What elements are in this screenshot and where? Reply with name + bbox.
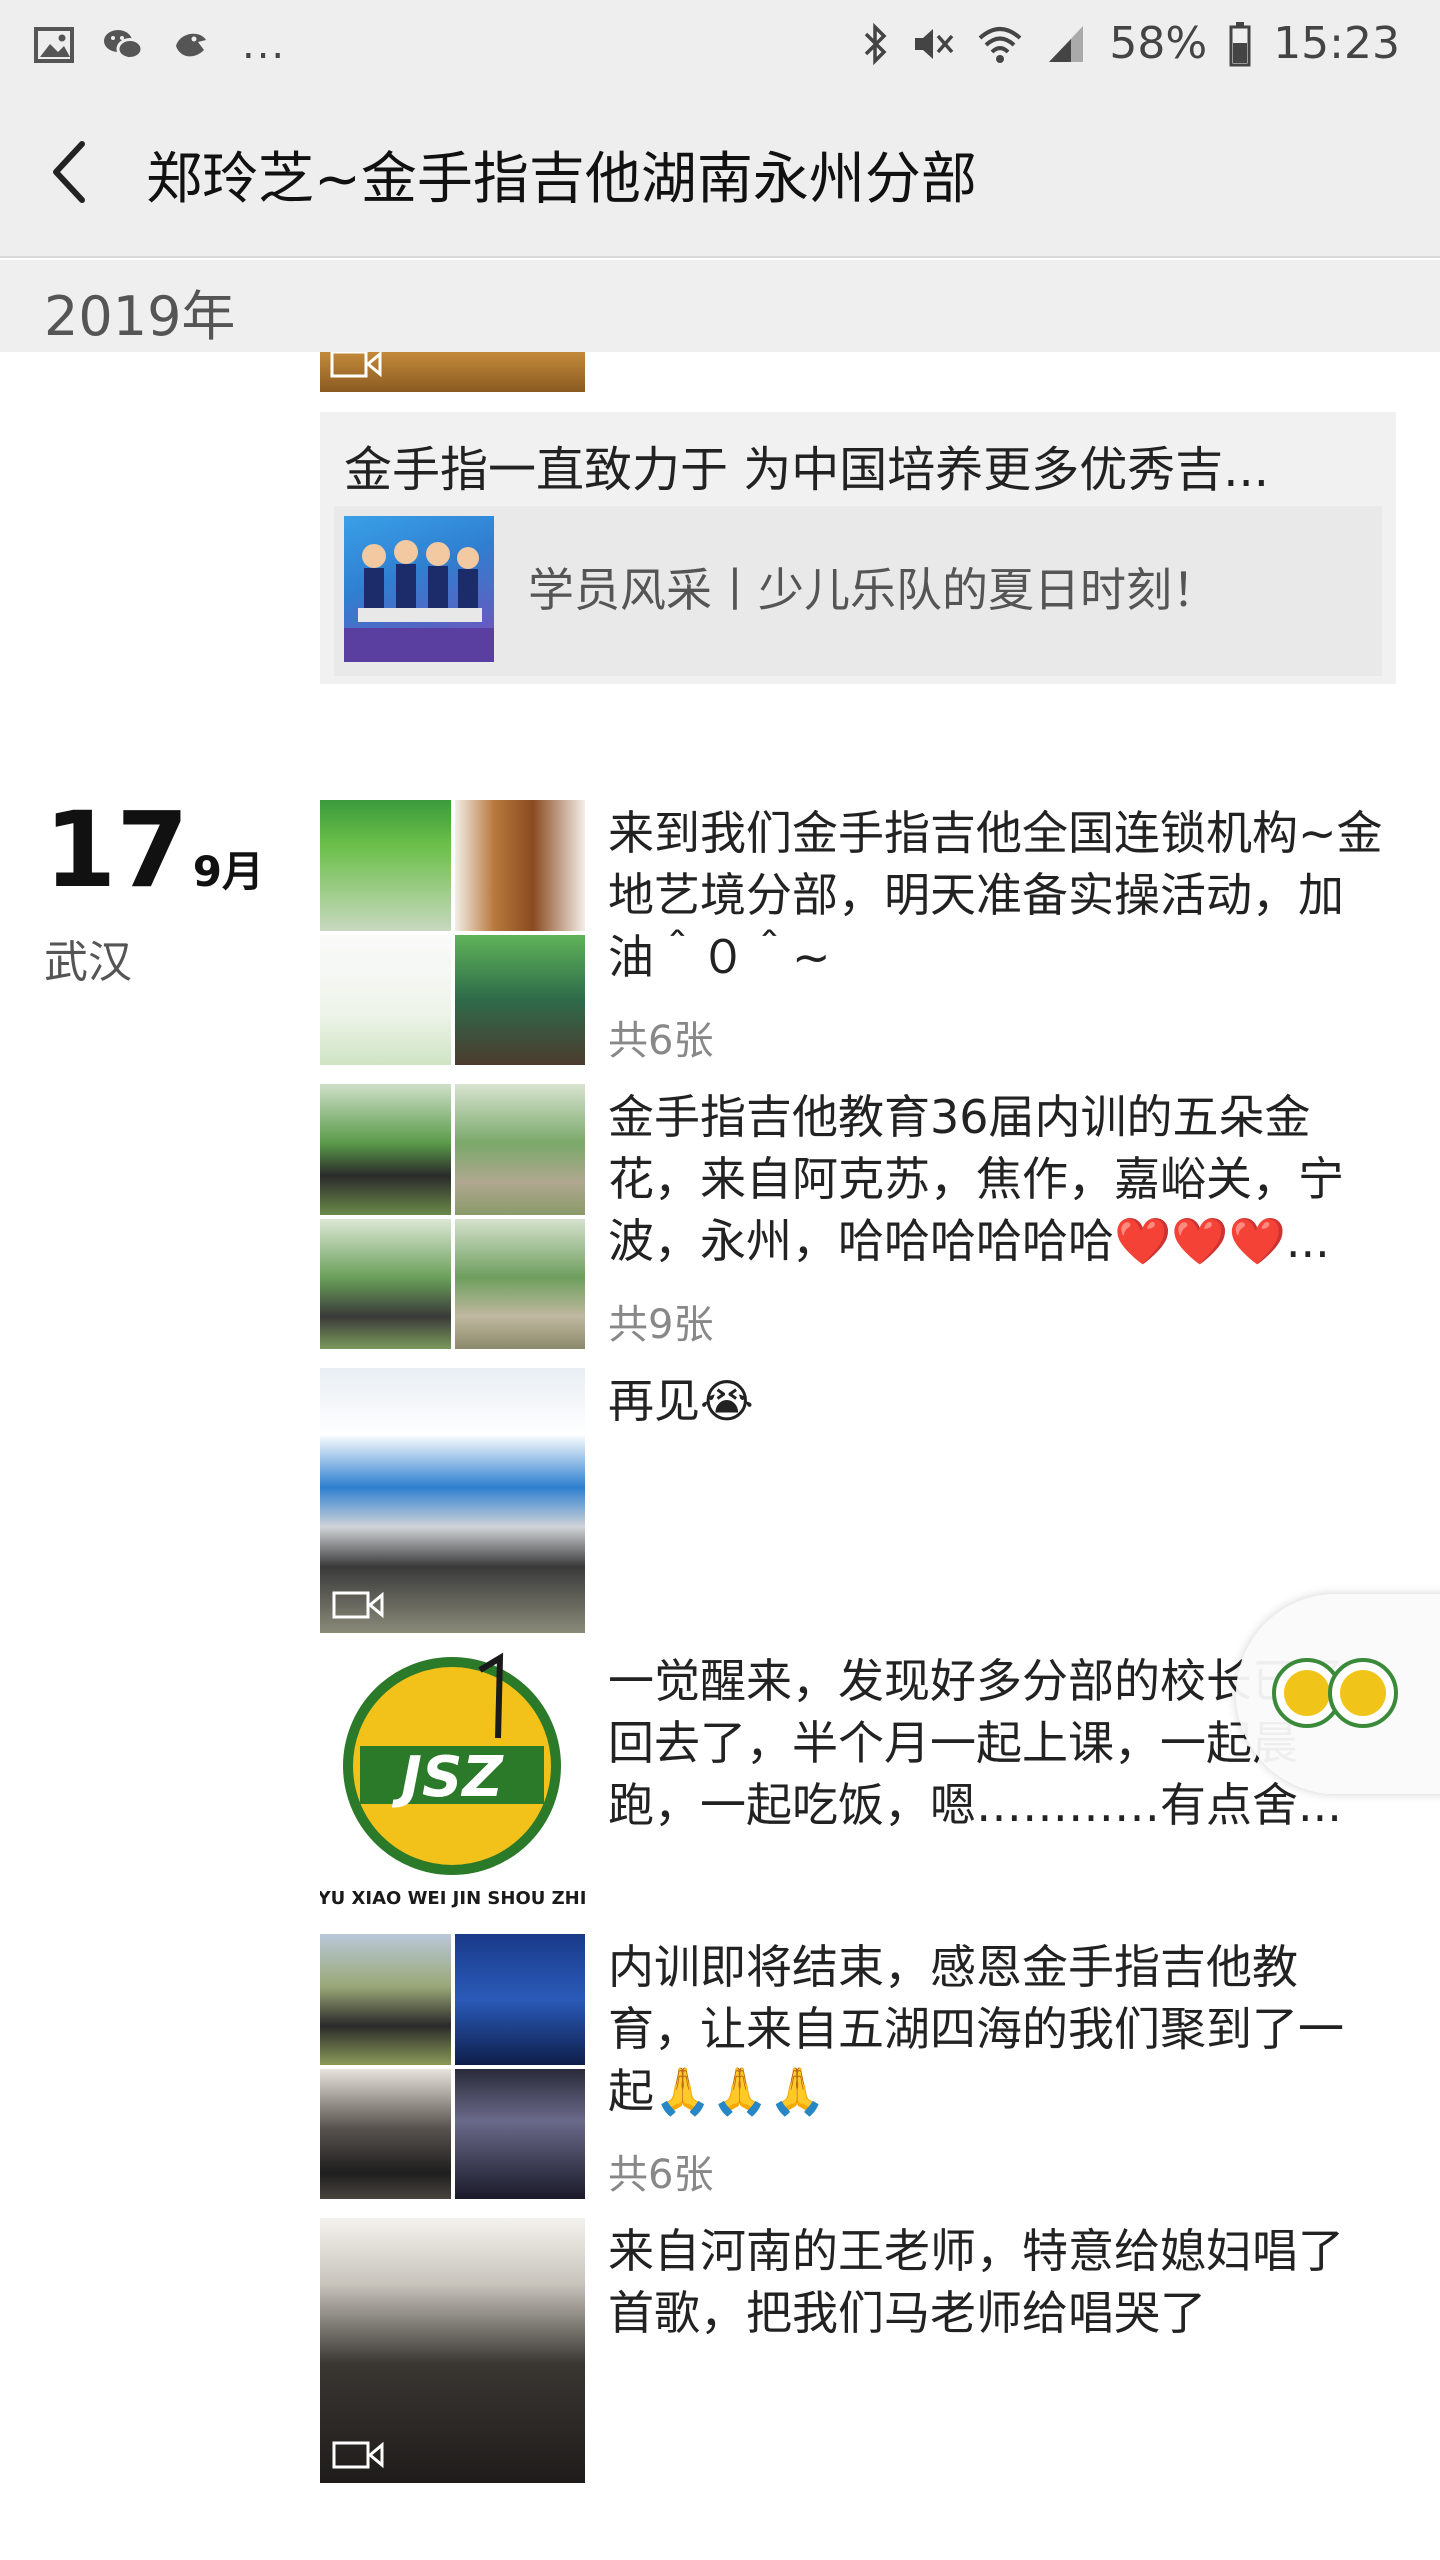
photo-count: 共6张 (608, 1018, 714, 1064)
post-text: 内训即将结束，感恩金手指吉他教育，让来自五湖四海的我们聚到了一起🙏🙏🙏 (608, 1940, 1344, 2118)
logo-slogan: YU XIAO WEI JIN SHOU ZHI (320, 1888, 585, 1909)
moments-feed[interactable]: 金手指一直致力于 为中国培养更多优秀吉... 学员风采丨少儿乐队的夏日时刻！ 1… (0, 352, 1440, 2560)
post-text: 再见😭 (608, 1374, 754, 1428)
date-day: 17 (44, 789, 189, 911)
shared-article-post[interactable]: 金手指一直致力于 为中国培养更多优秀吉... 学员风采丨少儿乐队的夏日时刻！ (320, 412, 1396, 684)
gallery-icon (34, 27, 74, 63)
app-header: 郑玲芝~金手指吉他湖南永州分部 (0, 88, 1440, 258)
date-month: 9月 (192, 847, 264, 896)
chevron-left-icon (53, 141, 85, 203)
battery-percent: 58% (1109, 18, 1208, 69)
app-notification-icon (176, 33, 206, 57)
photo-grid-thumbnail[interactable] (320, 1084, 585, 1349)
year-label: 2019年 (44, 285, 236, 348)
more-notifications-indicator: ... (242, 22, 287, 68)
article-thumbnail (344, 516, 494, 662)
battery-icon (1229, 21, 1251, 66)
mute-icon (915, 28, 954, 59)
post-text: 金手指吉他教育36届内训的五朵金花，来自阿克苏，焦作，嘉峪关，宁波，永州，哈哈哈… (608, 1090, 1344, 1268)
logo-text: JSZ (391, 1745, 504, 1810)
date-group-header: 179月 武汉 (44, 789, 264, 988)
photo-count: 共9张 (608, 1302, 714, 1348)
video-thumbnail-partial[interactable] (320, 352, 585, 392)
system-status: 58% 15:23 (863, 18, 1400, 69)
moment-post[interactable]: 来到我们金手指吉他全国连锁机构~金地艺境分部，明天准备实操活动，加油＾０＾~ 共… (320, 800, 1400, 1070)
floating-mini-program-button[interactable] (1236, 1594, 1440, 1794)
moment-post[interactable]: 金手指吉他教育36届内训的五朵金花，来自阿克苏，焦作，嘉峪关，宁波，永州，哈哈哈… (320, 1084, 1400, 1354)
wifi-icon (979, 26, 1022, 63)
signal-icon (1049, 25, 1084, 62)
video-icon (330, 352, 382, 378)
photo-count: 共6张 (608, 2152, 714, 2198)
video-icon (332, 1591, 384, 1619)
jsz-logo-thumbnail[interactable]: JSZ YU XIAO WEI JIN SHOU ZHI (320, 1648, 585, 1928)
band-photo (344, 540, 494, 662)
back-button[interactable] (38, 132, 102, 212)
post-location: 武汉 (44, 937, 132, 988)
moment-post[interactable]: 再见😭 (320, 1368, 1400, 1634)
photo-grid-thumbnail[interactable] (320, 1934, 585, 2199)
year-section-header: 2019年 (0, 260, 1440, 352)
moment-post[interactable]: 来自河南的王老师，特意给媳妇唱了首歌，把我们马老师给唱哭了 (320, 2218, 1400, 2484)
notification-icons: ... (34, 22, 286, 68)
photo-grid-thumbnail[interactable] (320, 800, 585, 1065)
article-title: 学员风采丨少儿乐队的夏日时刻！ (528, 563, 1218, 617)
shared-link-card[interactable]: 学员风采丨少儿乐队的夏日时刻！ (334, 506, 1382, 676)
bluetooth-icon (865, 22, 887, 65)
post-text: 来自河南的王老师，特意给媳妇唱了首歌，把我们马老师给唱哭了 (608, 2224, 1344, 2340)
moment-post[interactable]: 内训即将结束，感恩金手指吉他教育，让来自五湖四海的我们聚到了一起🙏🙏🙏 共6张 (320, 1934, 1400, 2204)
page-title: 郑玲芝~金手指吉他湖南永州分部 (146, 147, 977, 212)
video-icon (332, 2441, 384, 2469)
video-thumbnail[interactable] (320, 1368, 585, 1633)
shared-post-text: 金手指一直致力于 为中国培养更多优秀吉... (344, 442, 1270, 498)
status-bar: ... 58% 15:23 (0, 0, 1440, 88)
video-thumbnail[interactable] (320, 2218, 585, 2483)
wechat-icon (104, 30, 144, 60)
clock: 15:23 (1273, 18, 1400, 69)
jsz-mini-logo-icon (1328, 1658, 1398, 1728)
post-text: 来到我们金手指吉他全国连锁机构~金地艺境分部，明天准备实操活动，加油＾０＾~ (608, 806, 1383, 984)
jsz-logo: JSZ YU XIAO WEI JIN SHOU ZHI (320, 1652, 585, 1909)
